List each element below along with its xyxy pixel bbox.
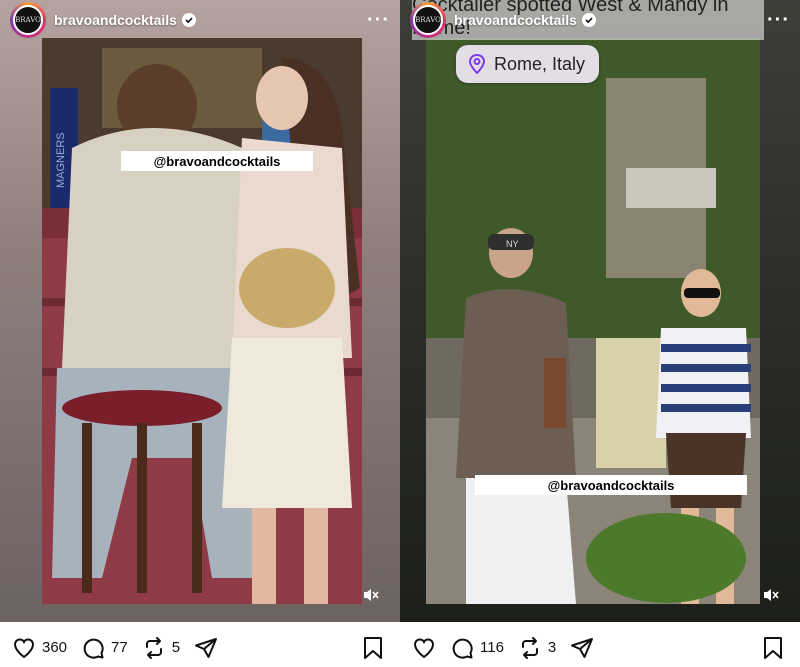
story-right[interactable]: NY Cocktailer spotted West & Mandy in Ro… xyxy=(400,0,800,622)
cap-logo-text: NY xyxy=(506,239,519,249)
more-options-icon[interactable]: ··· xyxy=(367,9,390,32)
save-button[interactable] xyxy=(762,636,784,665)
repost-count: 3 xyxy=(547,639,557,656)
speaker-muted-icon[interactable] xyxy=(762,586,780,604)
bar-scene-illustration: MAGNERS xyxy=(42,38,362,604)
heart-icon xyxy=(13,637,35,658)
comment-button[interactable]: 116 xyxy=(450,636,504,660)
avatar-logo: BRAVO xyxy=(13,5,43,35)
comment-icon xyxy=(452,638,473,659)
action-bar-right: 116 3 xyxy=(400,628,800,667)
verified-badge-icon xyxy=(581,13,596,27)
more-options-icon[interactable]: ··· xyxy=(767,9,790,32)
like-button[interactable]: 360 xyxy=(12,636,67,660)
share-button[interactable] xyxy=(570,636,594,660)
location-sticker[interactable]: Rome, Italy xyxy=(456,45,600,83)
story-left[interactable]: MAGNERS BRAVO bravoandcocktails ··· @bra… xyxy=(0,0,400,622)
send-icon xyxy=(571,637,594,658)
repost-count: 5 xyxy=(171,639,181,656)
bookmark-icon xyxy=(764,637,782,659)
story-header: BRAVO bravoandcocktails ··· xyxy=(0,0,400,40)
watermark-label: @bravoandcocktails xyxy=(475,475,747,495)
profile-avatar[interactable]: BRAVO xyxy=(10,2,46,38)
comment-button[interactable]: 77 xyxy=(81,636,128,660)
username[interactable]: bravoandcocktails xyxy=(54,12,177,28)
location-label: Rome, Italy xyxy=(494,53,586,74)
repost-icon xyxy=(521,636,538,659)
bar-scene-photo: MAGNERS xyxy=(42,38,362,604)
avatar-logo: BRAVO xyxy=(413,5,443,35)
profile-avatar[interactable]: BRAVO xyxy=(410,2,446,38)
magners-sign-text: MAGNERS xyxy=(55,132,67,188)
send-icon xyxy=(195,637,218,658)
save-button[interactable] xyxy=(362,636,384,665)
username[interactable]: bravoandcocktails xyxy=(454,12,577,28)
repost-icon xyxy=(145,636,162,659)
comment-icon xyxy=(83,638,104,659)
verified-badge-icon xyxy=(181,13,196,27)
street-scene-illustration: NY xyxy=(426,38,760,604)
bookmark-icon xyxy=(364,637,382,659)
action-bar-left: 360 77 5 xyxy=(0,628,400,667)
speaker-muted-icon[interactable] xyxy=(362,586,380,604)
street-scene-photo: NY xyxy=(426,38,760,604)
share-button[interactable] xyxy=(194,636,218,660)
repost-button[interactable]: 5 xyxy=(142,636,180,660)
story-header: BRAVO bravoandcocktails ··· xyxy=(400,0,800,40)
like-count: 360 xyxy=(42,639,68,656)
heart-icon xyxy=(413,637,435,658)
repost-button[interactable]: 3 xyxy=(518,636,556,660)
comment-count: 77 xyxy=(111,639,128,656)
watermark-label: @bravoandcocktails xyxy=(121,151,313,171)
like-button[interactable] xyxy=(412,636,436,660)
comment-count: 116 xyxy=(480,639,504,656)
location-pin-icon xyxy=(468,54,486,74)
